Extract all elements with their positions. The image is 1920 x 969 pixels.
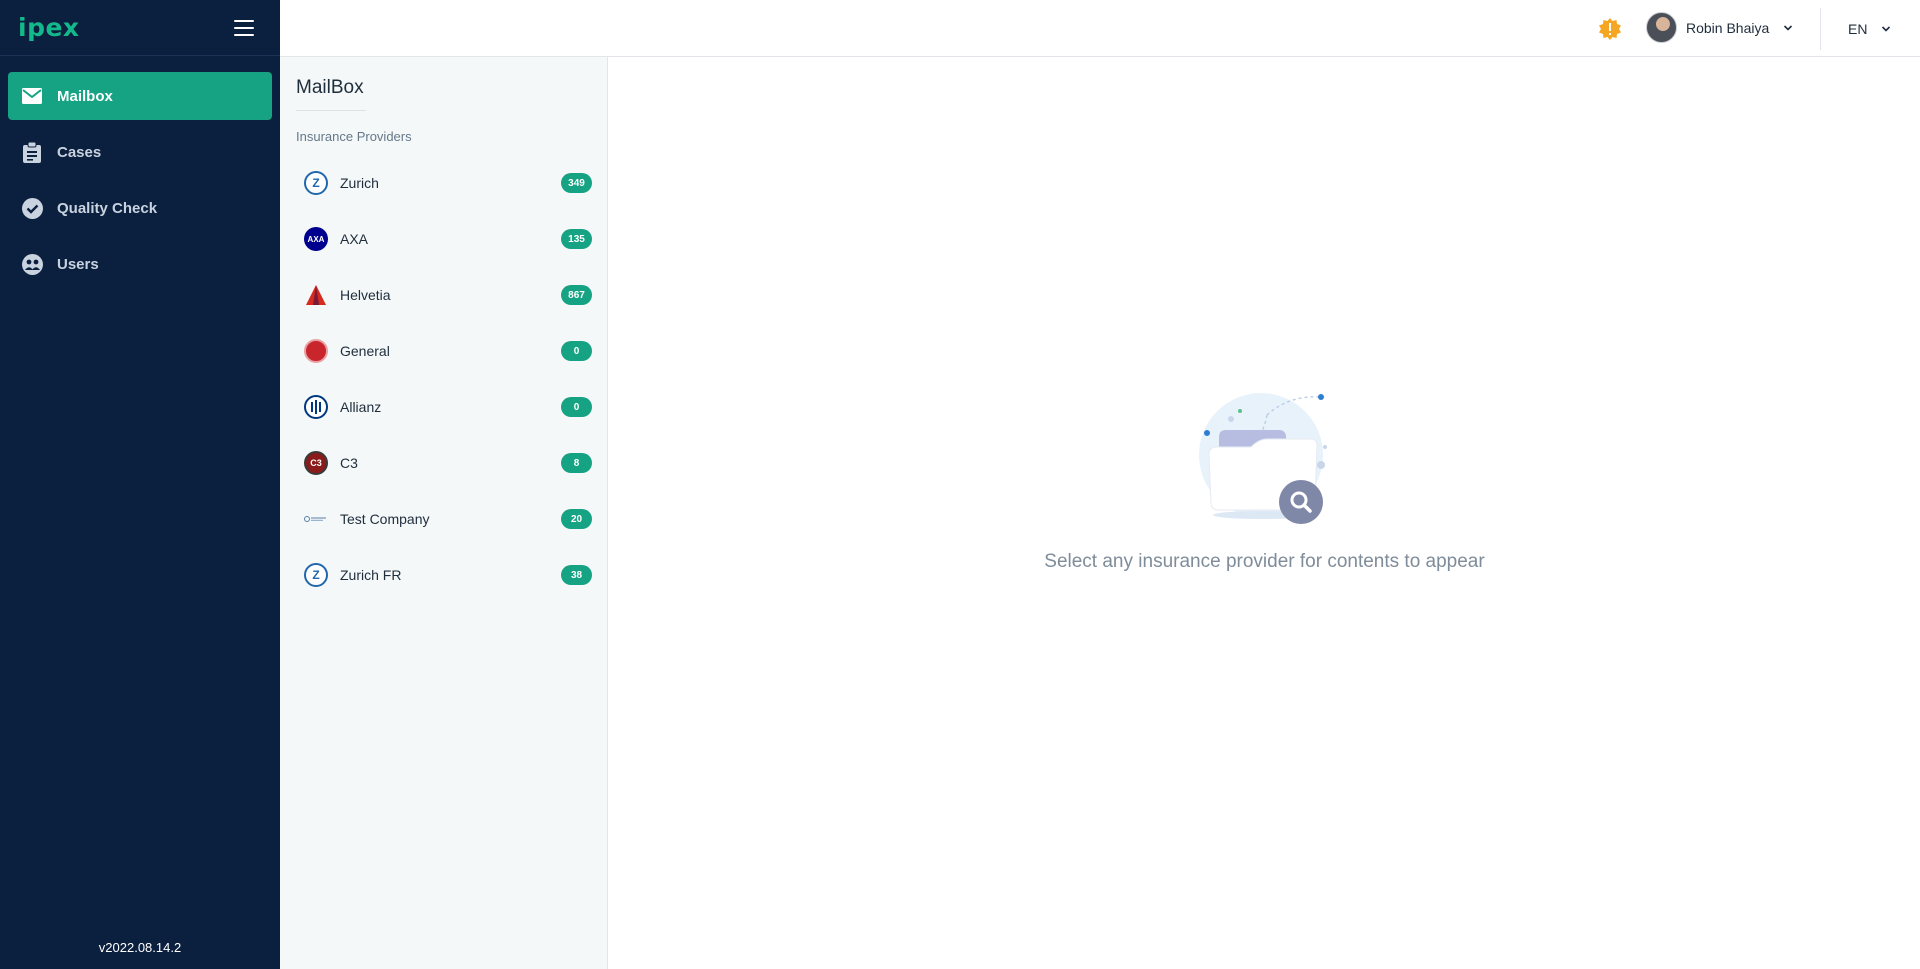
allianz-logo-icon bbox=[304, 395, 328, 419]
nav-label: Users bbox=[57, 255, 99, 273]
nav-item-cases[interactable]: Cases bbox=[8, 128, 272, 176]
provider-name: Zurich bbox=[340, 175, 379, 191]
language-label: EN bbox=[1848, 21, 1868, 37]
zurich-logo-icon: Z bbox=[304, 171, 328, 195]
divider bbox=[296, 110, 366, 111]
nav-item-quality-check[interactable]: Quality Check bbox=[8, 184, 272, 232]
user-menu[interactable]: Robin Bhaiya bbox=[1646, 12, 1793, 43]
main-content: Select any insurance provider for conten… bbox=[609, 57, 1920, 969]
count-badge: 135 bbox=[561, 229, 592, 249]
provider-item-allianz[interactable]: Allianz 0 bbox=[296, 379, 592, 435]
alert-icon[interactable] bbox=[1599, 18, 1621, 40]
provider-name: Zurich FR bbox=[340, 567, 402, 583]
section-label: Insurance Providers bbox=[296, 129, 412, 144]
nav-label: Cases bbox=[57, 143, 102, 161]
count-badge: 8 bbox=[561, 453, 592, 473]
general-logo-icon bbox=[304, 339, 328, 363]
count-badge: 867 bbox=[561, 285, 592, 305]
count-badge: 0 bbox=[561, 397, 592, 417]
zurich-logo-icon: Z bbox=[304, 563, 328, 587]
user-name: Robin Bhaiya bbox=[1686, 19, 1770, 36]
nav-item-mailbox[interactable]: Mailbox bbox=[8, 72, 272, 120]
provider-name: Helvetia bbox=[340, 287, 391, 303]
provider-list: Z Zurich 349 AXA AXA 135 Helvetia 867 Ge… bbox=[296, 155, 592, 603]
test-company-logo-icon bbox=[304, 507, 328, 531]
mailbox-panel: MailBox Insurance Providers Z Zurich 349… bbox=[280, 57, 608, 969]
clipboard-icon bbox=[21, 141, 43, 163]
count-badge: 38 bbox=[561, 565, 592, 585]
header-divider bbox=[1820, 8, 1821, 50]
provider-item-general[interactable]: General 0 bbox=[296, 323, 592, 379]
count-badge: 0 bbox=[561, 341, 592, 361]
main-nav: Mailbox Cases Quality Check Users bbox=[0, 56, 280, 288]
provider-item-zurich[interactable]: Z Zurich 349 bbox=[296, 155, 592, 211]
provider-item-axa[interactable]: AXA AXA 135 bbox=[296, 211, 592, 267]
menu-toggle-icon[interactable] bbox=[234, 19, 254, 36]
provider-name: General bbox=[340, 343, 390, 359]
provider-name: C3 bbox=[340, 455, 358, 471]
helvetia-logo-icon bbox=[304, 283, 328, 307]
mail-icon bbox=[21, 85, 43, 107]
provider-name: Allianz bbox=[340, 399, 382, 415]
app-version: v2022.08.14.2 bbox=[98, 940, 182, 955]
brand-bar: ipex bbox=[0, 0, 280, 56]
nav-item-users[interactable]: Users bbox=[8, 240, 272, 288]
provider-item-helvetia[interactable]: Helvetia 867 bbox=[296, 267, 592, 323]
users-icon bbox=[21, 253, 43, 275]
count-badge: 20 bbox=[561, 509, 592, 529]
top-header: Robin Bhaiya EN bbox=[280, 0, 1920, 57]
check-circle-icon bbox=[21, 197, 43, 219]
provider-item-c3[interactable]: C3 C3 8 bbox=[296, 435, 592, 491]
count-badge: 349 bbox=[561, 173, 592, 193]
empty-folder-search-icon bbox=[1199, 393, 1327, 524]
provider-item-test-company[interactable]: Test Company 20 bbox=[296, 491, 592, 547]
sidebar: ipex Mailbox Cases Quality Check Users v… bbox=[0, 0, 280, 969]
axa-logo-icon: AXA bbox=[304, 227, 328, 251]
app-logo[interactable]: ipex bbox=[18, 13, 80, 42]
chevron-down-icon bbox=[1784, 24, 1793, 31]
nav-label: Quality Check bbox=[57, 199, 158, 217]
avatar bbox=[1646, 12, 1677, 43]
panel-title: MailBox bbox=[296, 77, 364, 98]
provider-name: Test Company bbox=[340, 511, 430, 527]
language-selector[interactable]: EN bbox=[1848, 21, 1891, 37]
provider-name: AXA bbox=[340, 231, 369, 247]
provider-item-zurich-fr[interactable]: Z Zurich FR 38 bbox=[296, 547, 592, 603]
chevron-down-icon bbox=[1882, 26, 1891, 32]
nav-label: Mailbox bbox=[57, 87, 113, 105]
empty-state-message: Select any insurance provider for conten… bbox=[1044, 551, 1485, 572]
c3-logo-icon: C3 bbox=[304, 451, 328, 475]
